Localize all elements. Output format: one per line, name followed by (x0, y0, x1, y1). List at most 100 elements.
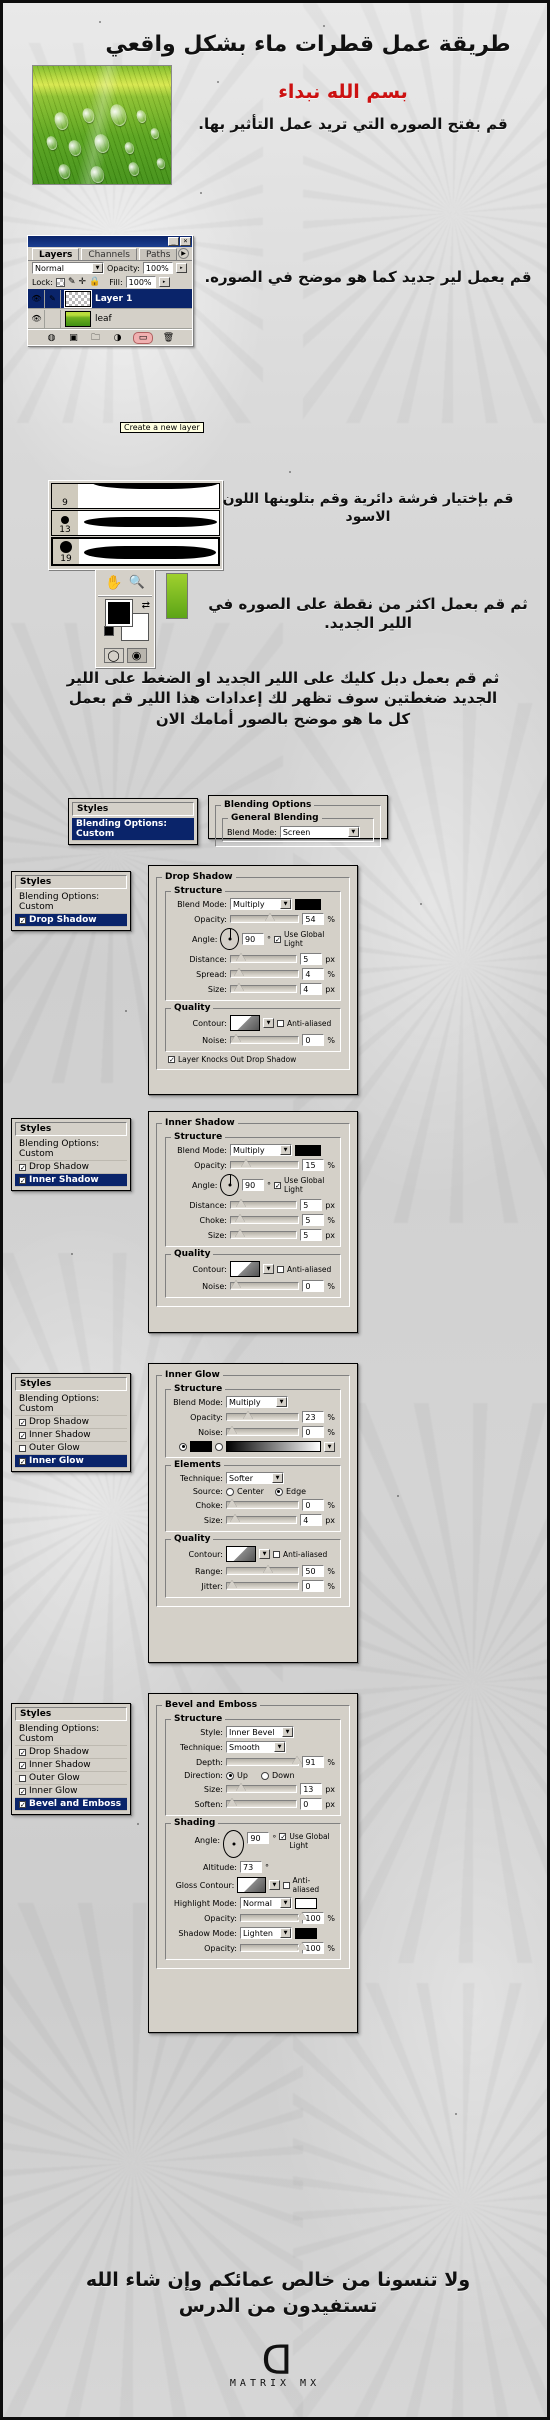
blend-mode-select[interactable]: Normal ▼ (32, 262, 104, 274)
size-slider[interactable] (226, 1514, 298, 1524)
chevron-down-icon[interactable]: ▼ (280, 1145, 291, 1155)
checkbox-anti-aliased[interactable] (277, 1265, 284, 1273)
checkbox-use-global-light[interactable] (274, 935, 282, 943)
tools-panel[interactable]: ✋ 🔍 ⇄ ◯ ◉ (95, 569, 155, 668)
noise-slider[interactable] (230, 1034, 300, 1044)
default-colors-icon[interactable] (104, 626, 114, 636)
checkbox-use-global-light[interactable] (274, 1181, 282, 1189)
tab-layers[interactable]: Layers (32, 248, 80, 260)
highlight-mode-select[interactable]: Normal ▼ (240, 1897, 292, 1909)
table-row[interactable]: 👁 leaf (28, 309, 192, 329)
noise-slider[interactable] (230, 1280, 300, 1290)
chevron-down-icon[interactable]: ▼ (280, 899, 291, 909)
noise-value[interactable]: 0 (302, 1426, 325, 1438)
choke-value[interactable]: 5 (302, 1214, 325, 1226)
size-slider[interactable] (226, 1783, 298, 1793)
contour-preview[interactable] (230, 1015, 260, 1031)
checkbox-outer-glow[interactable] (19, 1774, 26, 1782)
blend-mode-select[interactable]: Multiply ▼ (226, 1396, 288, 1408)
radio-source-edge[interactable] (274, 1487, 283, 1496)
lock-row[interactable]: Lock: ✎ ✛ 🔒 Fill: 100% ▸ (28, 275, 192, 289)
depth-slider[interactable] (226, 1756, 302, 1766)
drop-shadow-dialog[interactable]: Drop Shadow Structure Blend Mode: Multip… (148, 865, 358, 1095)
opacity-value[interactable]: 54 (302, 913, 325, 925)
layers-palette-toolbar[interactable]: ◍ ▣ 🗀 ◑ ▭ 🗑 (28, 329, 192, 345)
chevron-down-icon[interactable]: ▼ (92, 263, 103, 273)
soften-slider[interactable] (226, 1798, 298, 1808)
angle-dial[interactable] (220, 1174, 240, 1196)
style-item-blending-options[interactable]: Blending Options: Custom (15, 1723, 127, 1746)
altitude-value[interactable]: 73 (240, 1861, 262, 1873)
size-slider[interactable] (230, 1229, 298, 1239)
hand-icon[interactable]: ✋ (105, 574, 122, 591)
brush-icon[interactable]: ✎ (45, 289, 61, 308)
blend-mode-select[interactable]: Multiply ▼ (230, 1144, 292, 1156)
angle-dial[interactable] (220, 928, 240, 950)
noise-value[interactable]: 0 (302, 1280, 325, 1292)
inner-shadow-dialog[interactable]: Inner Shadow Structure Blend Mode: Multi… (148, 1111, 358, 1333)
chevron-down-icon[interactable]: ▼ (272, 1473, 283, 1483)
tools-row[interactable]: ✋ 🔍 (98, 572, 152, 593)
blend-mode-select[interactable]: Screen ▼ (279, 826, 360, 838)
size-value[interactable]: 4 (300, 983, 323, 995)
gloss-contour-preview[interactable] (237, 1877, 267, 1893)
checkbox-inner-shadow[interactable] (19, 1761, 26, 1769)
lock-all-padlock-icon[interactable]: 🔒 (89, 277, 100, 287)
eye-icon[interactable]: 👁 (29, 289, 45, 308)
style-item-drop-shadow[interactable]: Drop Shadow (15, 1746, 127, 1759)
shadow-color-swatch[interactable] (295, 1144, 321, 1156)
bevel-style-select[interactable]: Inner Bevel ▼ (226, 1726, 294, 1738)
checkbox-inner-glow[interactable] (19, 1787, 26, 1795)
chevron-down-icon[interactable]: ▼ (280, 1928, 291, 1938)
choke-value[interactable]: 0 (302, 1499, 325, 1511)
opacity-slider[interactable] (230, 1159, 300, 1169)
style-item-inner-shadow[interactable]: Inner Shadow (15, 1759, 127, 1772)
layer-thumbnail[interactable] (64, 289, 92, 308)
opacity-slider[interactable] (226, 1411, 300, 1421)
chevron-down-icon[interactable]: ▼ (347, 827, 359, 837)
trash-icon[interactable]: 🗑 (162, 332, 175, 344)
blending-options-styles-panel[interactable]: Styles Blending Options: Custom (68, 798, 198, 845)
checkbox-drop-shadow[interactable] (19, 1418, 26, 1426)
quick-mask-icon[interactable]: ◉ (126, 648, 147, 663)
style-item-bevel-and-emboss[interactable]: Bevel and Emboss (15, 1798, 127, 1811)
bevel-emboss-dialog[interactable]: Bevel and Emboss Structure Style: Inner … (148, 1693, 358, 2033)
highlight-color-swatch[interactable] (295, 1897, 317, 1909)
checkbox-layer-knocks-out[interactable] (168, 1056, 175, 1063)
style-item-inner-shadow[interactable]: Inner Shadow (15, 1174, 127, 1187)
contour-preview[interactable] (230, 1261, 260, 1277)
style-item-outer-glow[interactable]: Outer Glow (15, 1772, 127, 1785)
opacity-input[interactable]: 100% (142, 262, 173, 274)
depth-value[interactable]: 91 (302, 1756, 325, 1768)
checkbox-drop-shadow[interactable] (19, 1748, 26, 1756)
chevron-down-icon[interactable]: ▼ (274, 1742, 285, 1752)
radio-direction-up[interactable] (226, 1771, 234, 1780)
distance-slider[interactable] (230, 953, 298, 963)
folder-icon[interactable]: 🗀 (89, 332, 102, 344)
angle-value[interactable]: 90 (242, 1179, 265, 1191)
glow-color-swatch[interactable] (190, 1441, 212, 1452)
adjustment-icon[interactable]: ◑ (111, 332, 124, 344)
radio-glow-color[interactable] (179, 1442, 187, 1451)
distance-value[interactable]: 5 (300, 953, 323, 965)
blending-options-general-panel[interactable]: Blending Options General Blending Blend … (208, 795, 388, 847)
jitter-slider[interactable] (226, 1580, 300, 1590)
radio-direction-down[interactable] (260, 1771, 269, 1780)
zoom-icon[interactable]: 🔍 (129, 574, 145, 591)
distance-slider[interactable] (230, 1199, 298, 1209)
highlight-opacity-slider[interactable] (240, 1912, 307, 1922)
list-item[interactable]: 9 (51, 483, 220, 509)
style-item-inner-glow[interactable]: Inner Glow (15, 1785, 127, 1798)
radio-source-center[interactable] (226, 1487, 234, 1496)
jitter-value[interactable]: 0 (302, 1580, 325, 1592)
range-slider[interactable] (226, 1565, 300, 1575)
style-item-drop-shadow[interactable]: Drop Shadow (15, 1161, 127, 1174)
spread-slider[interactable] (230, 968, 300, 978)
blend-mode-row[interactable]: Normal ▼ Opacity: 100% ▸ (28, 261, 192, 275)
choke-slider[interactable] (226, 1499, 300, 1509)
style-item-blending-options[interactable]: Blending Options: Custom (15, 1138, 127, 1161)
checkbox-inner-shadow[interactable] (19, 1431, 26, 1439)
inner-glow-dialog[interactable]: Inner Glow Structure Blend Mode: Multipl… (148, 1363, 358, 1663)
fill-input[interactable]: 100% (125, 276, 156, 288)
angle-value[interactable]: 90 (242, 933, 265, 945)
